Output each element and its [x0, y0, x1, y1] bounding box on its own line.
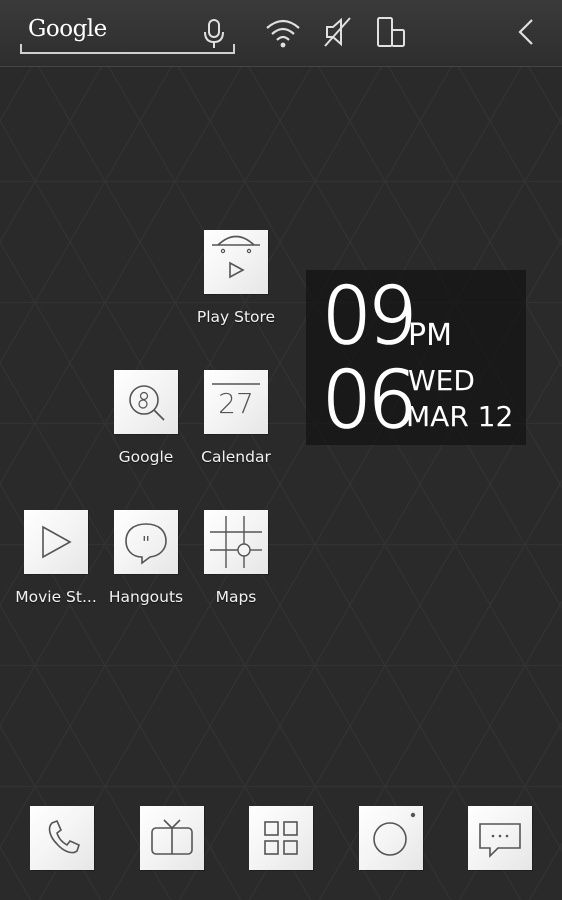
- wallpaper: [0, 0, 562, 900]
- hangouts-label: Hangouts: [108, 588, 184, 606]
- play-store-tile[interactable]: [204, 230, 268, 294]
- dock-camera[interactable]: [359, 806, 423, 870]
- app-google[interactable]: Google: [101, 370, 191, 466]
- calendar-label: Calendar: [201, 448, 271, 466]
- back-chevron-icon[interactable]: [514, 14, 538, 50]
- google-tile[interactable]: [114, 370, 178, 434]
- clock-hour: 09: [321, 272, 418, 362]
- clock-minute: 06: [321, 356, 418, 446]
- maps-label: Maps: [215, 588, 257, 606]
- movie-studio-label: Movie St...: [15, 588, 97, 606]
- messaging-icon: [479, 823, 521, 858]
- svg-text:": ": [142, 533, 150, 554]
- mic-icon[interactable]: [202, 18, 226, 50]
- dock-tv[interactable]: [140, 806, 204, 870]
- tv-icon: [151, 819, 193, 855]
- app-maps[interactable]: Maps: [191, 510, 281, 606]
- top-bar: Google: [0, 0, 562, 67]
- clock-weekday: WED: [408, 364, 475, 397]
- play-store-icon: [212, 235, 260, 279]
- clock-widget[interactable]: 09 PM 06 WED MAR 12: [306, 270, 526, 445]
- play-store-label: Play Store: [196, 308, 276, 326]
- dock-app-drawer[interactable]: [249, 806, 313, 870]
- app-movie-studio[interactable]: Movie St...: [11, 510, 101, 606]
- play-icon: [42, 525, 72, 559]
- maps-icon: [210, 516, 262, 568]
- maps-tile[interactable]: [204, 510, 268, 574]
- sound-muted-icon[interactable]: [322, 14, 354, 50]
- screen-rotate-icon[interactable]: [374, 14, 408, 50]
- google-search-icon: [129, 385, 165, 421]
- phone-icon: [48, 819, 80, 854]
- movie-studio-tile[interactable]: [24, 510, 88, 574]
- app-hangouts[interactable]: " Hangouts: [101, 510, 191, 606]
- app-calendar[interactable]: 27 Calendar: [191, 370, 281, 466]
- google-search-label: Google: [28, 16, 107, 42]
- dock-messaging[interactable]: [468, 806, 532, 870]
- wifi-icon[interactable]: [264, 14, 302, 50]
- camera-icon: [373, 812, 416, 856]
- app-play-store[interactable]: Play Store: [191, 230, 281, 326]
- calendar-tile[interactable]: 27: [204, 370, 268, 434]
- google-label: Google: [118, 448, 174, 466]
- clock-date: MAR 12: [406, 400, 514, 433]
- calendar-day-number: 27: [218, 387, 254, 420]
- hangouts-icon: ": [125, 523, 167, 565]
- hangouts-tile[interactable]: ": [114, 510, 178, 574]
- google-search-bar[interactable]: Google: [20, 14, 235, 54]
- dock-phone[interactable]: [30, 806, 94, 870]
- app-drawer-icon: [264, 821, 298, 855]
- clock-ampm: PM: [408, 318, 452, 353]
